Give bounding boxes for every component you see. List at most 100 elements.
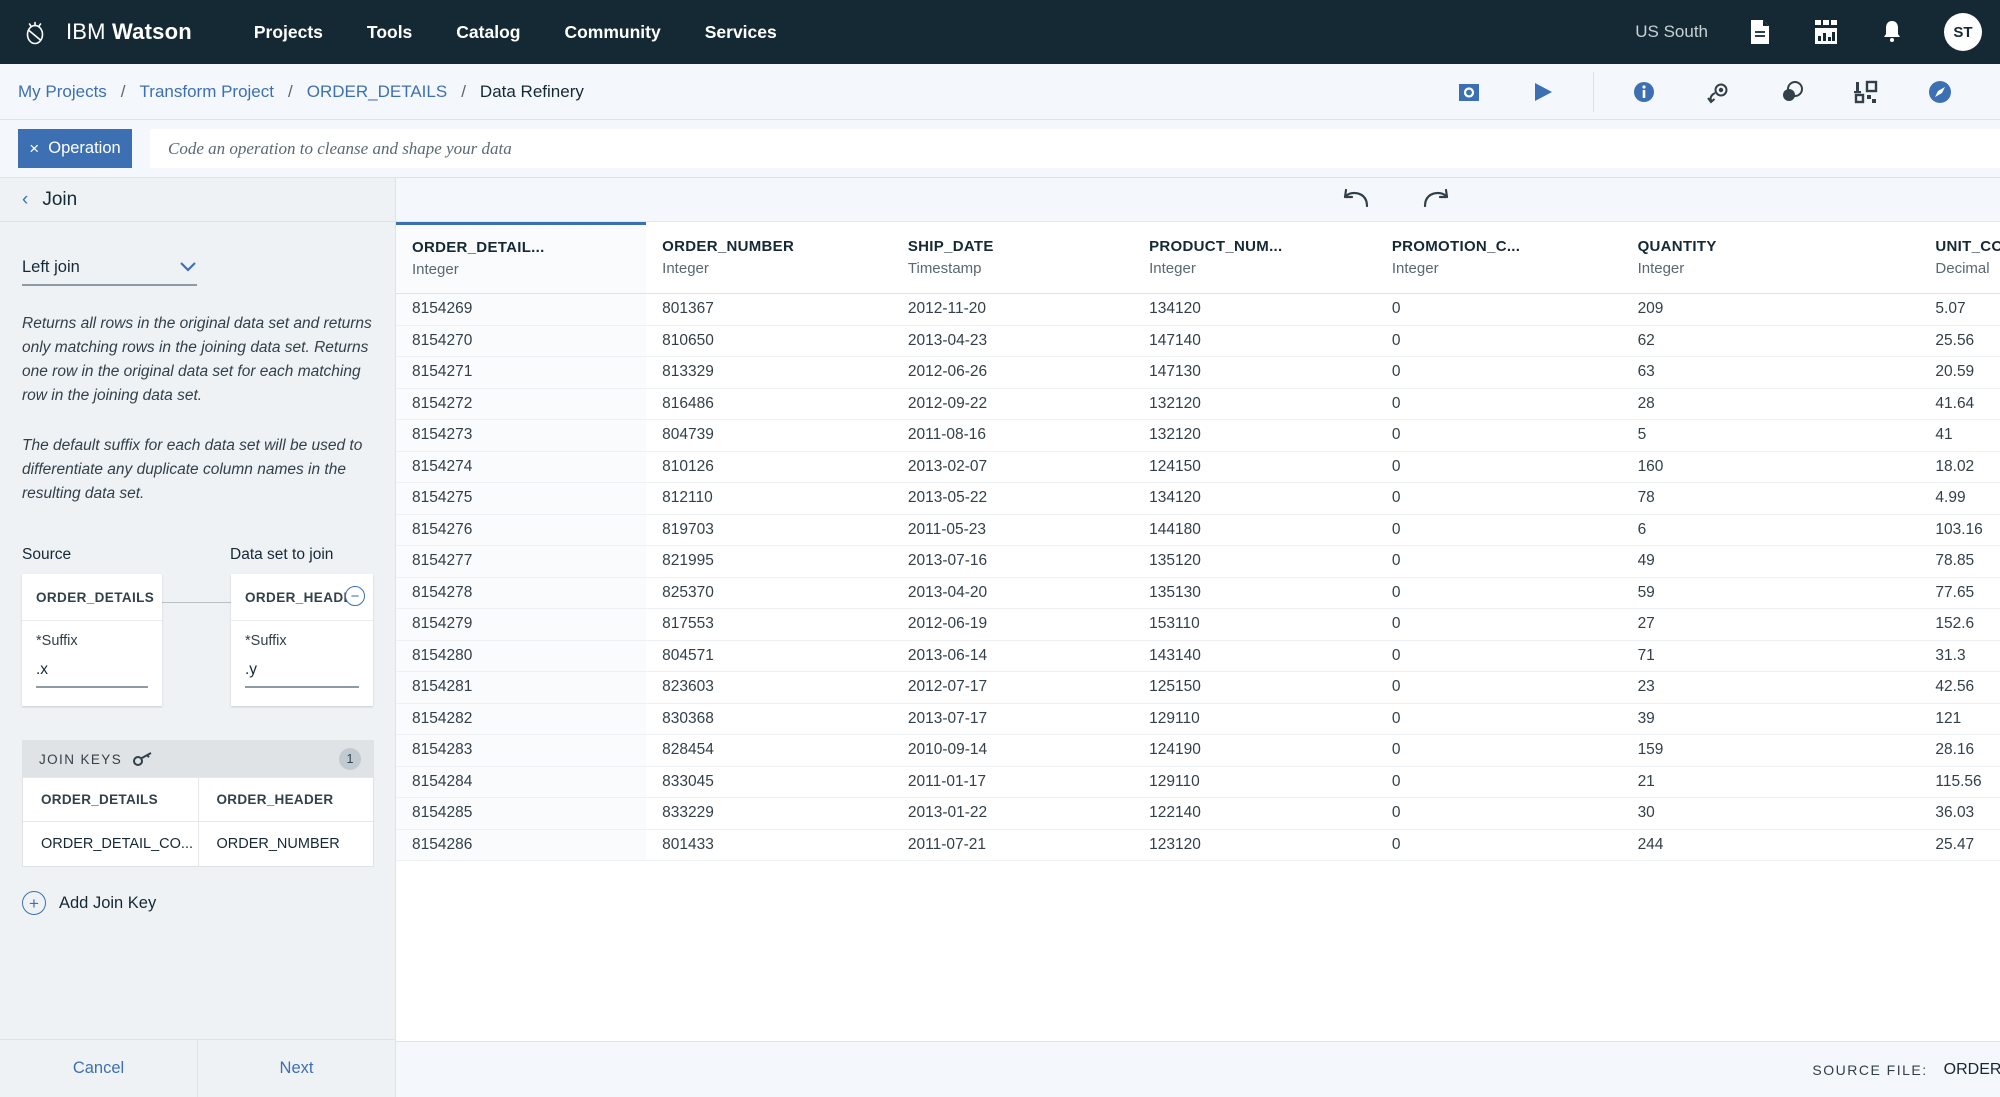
table-cell[interactable]: 821995 (646, 545, 892, 578)
table-row[interactable]: 81542768197032011-05-2314418006103.1618 (396, 514, 2000, 546)
table-cell[interactable]: 6 (1621, 514, 1920, 546)
table-cell[interactable]: 59 (1621, 577, 1920, 609)
dashboard-icon[interactable] (1812, 18, 1840, 46)
column-header[interactable]: ORDER_NUMBER Integer (646, 223, 892, 294)
table-cell[interactable]: 0 (1375, 608, 1622, 641)
table-cell[interactable]: 25.56 (1919, 325, 2000, 357)
table-cell[interactable]: 833045 (646, 766, 892, 798)
table-cell[interactable]: 2013-07-17 (891, 703, 1134, 735)
compass-icon[interactable] (1926, 78, 1954, 106)
table-cell[interactable]: 49 (1621, 545, 1920, 578)
nav-item-projects[interactable]: Projects (254, 22, 323, 43)
table-cell[interactable]: 2013-04-23 (891, 325, 1134, 357)
table-cell[interactable]: 4.99 (1919, 482, 2000, 515)
table-cell[interactable]: 8154274 (396, 451, 647, 483)
table-cell[interactable]: 121 (1919, 703, 2000, 735)
table-row[interactable]: 81542838284542010-09-14124190015928.1643… (396, 734, 2000, 767)
save-icon[interactable] (1455, 78, 1483, 106)
table-cell[interactable]: 132120 (1133, 388, 1376, 420)
table-cell[interactable]: 0 (1375, 325, 1622, 357)
table-cell[interactable]: 2013-01-22 (891, 797, 1134, 830)
table-cell[interactable]: 0 (1375, 419, 1622, 452)
table-cell[interactable]: 28.16 (1919, 734, 2000, 767)
table-cell[interactable]: 8154275 (396, 482, 647, 515)
table-row[interactable]: 81542748101262013-02-07124150016018.0226… (396, 451, 2000, 483)
join-key-target-value[interactable]: ORDER_NUMBER (197, 822, 374, 867)
table-row[interactable]: 81542818236032012-07-1712515002342.5673 (396, 671, 2000, 704)
table-cell[interactable]: 135120 (1133, 545, 1376, 578)
table-cell[interactable]: 2012-11-20 (891, 293, 1134, 326)
table-cell[interactable]: 134120 (1133, 293, 1376, 326)
data-grid-wrapper[interactable]: ORDER_DETAIL... Integer ORDER_NUMBER Intege… (396, 222, 2000, 1041)
table-cell[interactable]: 31.3 (1919, 640, 2000, 672)
table-row[interactable]: 81542798175532012-06-19153110027152.623 (396, 608, 2000, 641)
table-row[interactable]: 81542788253702013-04-2013513005977.6516 (396, 577, 2000, 609)
table-cell[interactable]: 804739 (646, 419, 892, 452)
table-cell[interactable]: 0 (1375, 577, 1622, 609)
source-suffix-input[interactable]: .x (36, 661, 148, 689)
table-cell[interactable]: 816486 (646, 388, 892, 420)
table-cell[interactable]: 819703 (646, 514, 892, 546)
table-cell[interactable]: 2011-08-16 (891, 419, 1134, 452)
operation-code-input[interactable]: Code an operation to cleanse and shape y… (150, 129, 2000, 168)
next-button[interactable]: Next (197, 1040, 395, 1097)
table-cell[interactable]: 78 (1621, 482, 1920, 515)
table-cell[interactable]: 123120 (1133, 829, 1376, 861)
table-cell[interactable]: 801367 (646, 293, 892, 326)
table-cell[interactable]: 30 (1621, 797, 1920, 830)
table-cell[interactable]: 36.03 (1919, 797, 2000, 830)
breadcrumb-item-transform-project[interactable]: Transform Project (140, 82, 274, 102)
table-cell[interactable]: 8154272 (396, 388, 647, 420)
table-cell[interactable]: 2013-07-16 (891, 545, 1134, 578)
table-cell[interactable]: 2013-05-22 (891, 482, 1134, 515)
table-cell[interactable]: 830368 (646, 703, 892, 735)
table-cell[interactable]: 8154278 (396, 577, 647, 609)
join-type-select[interactable]: Left join (22, 258, 197, 286)
table-cell[interactable]: 833229 (646, 797, 892, 830)
table-cell[interactable]: 209 (1621, 293, 1920, 326)
table-cell[interactable]: 8154282 (396, 703, 647, 735)
table-cell[interactable]: 8154269 (396, 293, 647, 326)
table-cell[interactable]: 132120 (1133, 419, 1376, 452)
nav-item-services[interactable]: Services (705, 22, 777, 43)
table-cell[interactable]: 78.85 (1919, 545, 2000, 578)
data-flow-icon[interactable] (1704, 78, 1732, 106)
column-header[interactable]: QUANTITY Integer (1621, 223, 1920, 294)
nav-item-community[interactable]: Community (564, 22, 660, 43)
nav-item-catalog[interactable]: Catalog (456, 22, 520, 43)
table-cell[interactable]: 8154286 (396, 829, 647, 861)
table-cell[interactable]: 0 (1375, 640, 1622, 672)
table-cell[interactable]: 8154284 (396, 766, 647, 798)
breadcrumb-item-my-projects[interactable]: My Projects (18, 82, 107, 102)
table-cell[interactable]: 23 (1621, 671, 1920, 704)
table-cell[interactable]: 0 (1375, 482, 1622, 515)
table-cell[interactable]: 129110 (1133, 703, 1376, 735)
table-cell[interactable]: 159 (1621, 734, 1920, 767)
table-cell[interactable]: 8154273 (396, 419, 647, 452)
column-header[interactable]: ORDER_DETAIL... Integer (396, 222, 647, 294)
join-key-source-value[interactable]: ORDER_DETAIL_CO... (23, 822, 198, 866)
column-header[interactable]: UNIT_COST Decimal (1919, 223, 2000, 294)
info-icon[interactable] (1630, 78, 1658, 106)
profile-icon[interactable] (1778, 78, 1806, 106)
table-cell[interactable]: 2012-06-26 (891, 356, 1134, 389)
back-chevron-icon[interactable]: ‹ (22, 190, 28, 209)
column-header[interactable]: SHIP_DATE Timestamp (891, 223, 1134, 294)
table-cell[interactable]: 20.59 (1919, 356, 2000, 389)
table-cell[interactable]: 77.65 (1919, 577, 2000, 609)
operation-button[interactable]: × Operation (18, 129, 132, 168)
table-cell[interactable]: 2011-01-17 (891, 766, 1134, 798)
table-cell[interactable]: 0 (1375, 671, 1622, 704)
table-cell[interactable]: 801433 (646, 829, 892, 861)
table-cell[interactable]: 160 (1621, 451, 1920, 483)
avatar[interactable]: ST (1944, 13, 1982, 51)
table-cell[interactable]: 147140 (1133, 325, 1376, 357)
table-cell[interactable]: 0 (1375, 797, 1622, 830)
table-cell[interactable]: 2013-02-07 (891, 451, 1134, 483)
table-cell[interactable]: 8154279 (396, 608, 647, 641)
table-cell[interactable]: 2012-09-22 (891, 388, 1134, 420)
table-row[interactable]: 81542828303682013-07-1712911003912122 (396, 703, 2000, 735)
table-cell[interactable]: 25.47 (1919, 829, 2000, 861)
table-row[interactable]: 81542708106502013-04-2314714006225.5637. (396, 325, 2000, 357)
table-cell[interactable]: 124150 (1133, 451, 1376, 483)
